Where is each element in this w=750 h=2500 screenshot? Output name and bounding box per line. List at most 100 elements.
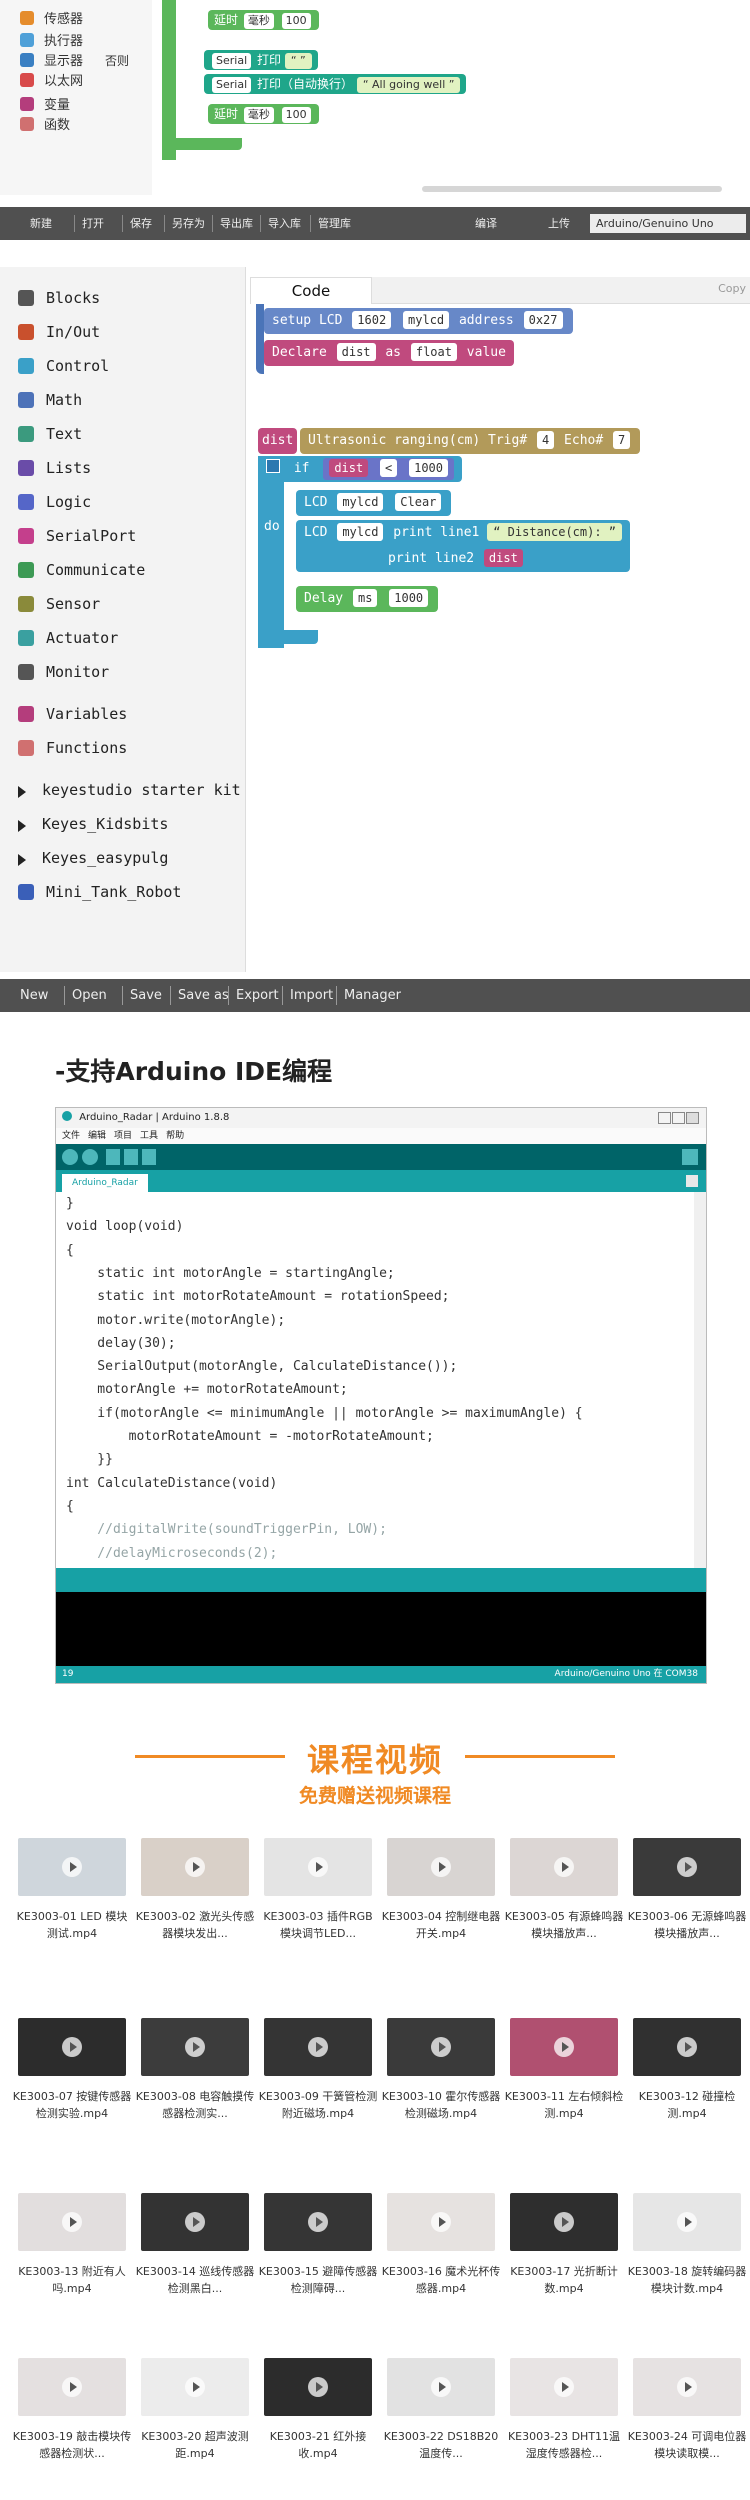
compile-button[interactable]: 编译 (475, 207, 497, 240)
serial-println-block[interactable]: Serial 打印（自动换行） “ All going well ” (204, 74, 467, 94)
zh-category-item[interactable]: 以太网 (20, 70, 83, 89)
video-thumbnail[interactable] (264, 2018, 372, 2076)
lcd-name[interactable]: mylcd (403, 311, 450, 329)
println-string[interactable]: “ All going well ” (356, 77, 461, 93)
new-icon[interactable] (106, 1149, 120, 1165)
video-thumbnail[interactable] (387, 2358, 495, 2416)
delay-value[interactable]: 100 (281, 13, 311, 29)
en-category-item[interactable]: SerialPort (18, 527, 136, 545)
play-icon[interactable] (185, 2037, 205, 2057)
code-editor[interactable]: } void loop(void) { static int motorAngle … (56, 1192, 706, 1568)
zh-category-item[interactable]: 显示器 (20, 50, 83, 69)
en-category-item[interactable]: Variables (18, 705, 127, 723)
video-thumbnail[interactable] (141, 2358, 249, 2416)
compare-block[interactable]: dist < 1000 (323, 458, 455, 480)
toolbar-button[interactable]: 管理库 (318, 207, 351, 240)
code-tab[interactable]: Code (250, 277, 372, 305)
verify-icon[interactable] (62, 1149, 78, 1165)
zh-category-item[interactable]: 传感器 (20, 8, 83, 27)
delay-unit[interactable]: 毫秒 (243, 13, 274, 29)
play-icon[interactable] (677, 2037, 697, 2057)
distance-string[interactable]: “ Distance(cm): ” (487, 523, 623, 541)
video-thumbnail[interactable] (633, 2193, 741, 2251)
delay-value-2[interactable]: 100 (281, 107, 311, 123)
en-category-item[interactable]: Mini_Tank_Robot (18, 883, 181, 901)
video-thumbnail[interactable] (510, 2358, 618, 2416)
menu-item[interactable]: 文件 (62, 1131, 80, 1141)
delay-value[interactable]: 1000 (389, 589, 429, 607)
upload-icon[interactable] (82, 1149, 98, 1165)
set-dist-block[interactable]: dist (258, 428, 298, 454)
toolbar-button[interactable]: 导出库 (220, 207, 253, 240)
en-category-item[interactable]: Monitor (18, 663, 109, 681)
print-string[interactable]: “ ” (284, 53, 312, 69)
video-thumbnail[interactable] (141, 2018, 249, 2076)
menu-item[interactable]: 工具 (140, 1131, 158, 1141)
en-category-item[interactable]: Text (18, 425, 82, 443)
delay-block[interactable]: Delay ms 1000 (296, 586, 439, 612)
toolbar-button[interactable]: 新建 (30, 207, 52, 240)
close-icon[interactable] (686, 1112, 699, 1124)
play-icon[interactable] (62, 2212, 82, 2232)
delay-unit-2[interactable]: 毫秒 (243, 107, 274, 123)
play-icon[interactable] (62, 2037, 82, 2057)
line2-var[interactable]: dist (483, 549, 523, 567)
video-thumbnail[interactable] (264, 2358, 372, 2416)
play-icon[interactable] (554, 2377, 574, 2397)
clear-select[interactable]: Clear (395, 493, 442, 511)
lcd-print-block[interactable]: LCD mylcd print line1 “ Distance(cm): ” … (296, 520, 631, 572)
play-icon[interactable] (185, 1857, 205, 1877)
toolbar-button[interactable]: Manager (344, 979, 401, 1012)
delay-block-1[interactable]: 延时 毫秒 100 (208, 10, 319, 30)
video-thumbnail[interactable] (18, 2193, 126, 2251)
en-category-item[interactable]: Logic (18, 493, 91, 511)
ultrasonic-block[interactable]: Ultrasonic ranging(cm) Trig# 4 Echo# 7 (300, 428, 641, 454)
video-thumbnail[interactable] (141, 1838, 249, 1896)
compare-var[interactable]: dist (329, 459, 369, 477)
play-icon[interactable] (185, 2377, 205, 2397)
toolbar-button[interactable]: Export (236, 979, 279, 1012)
serial-monitor-icon[interactable] (682, 1149, 698, 1165)
en-category-item[interactable]: Functions (18, 739, 127, 757)
editor-scrollbar[interactable] (694, 1192, 706, 1568)
lcd-clear-block[interactable]: LCD mylcd Clear (296, 490, 452, 516)
toolbar-button[interactable]: Save as (178, 979, 229, 1012)
play-icon[interactable] (431, 2037, 451, 2057)
lcd-address[interactable]: 0x27 (523, 311, 563, 329)
play-icon[interactable] (308, 2212, 328, 2232)
serial-print-block[interactable]: Serial 打印 “ ” (204, 50, 318, 70)
upload-button[interactable]: 上传 (548, 207, 570, 240)
menu-item[interactable]: 项目 (114, 1131, 132, 1141)
compare-op[interactable]: < (380, 459, 398, 477)
en-category-item[interactable]: Keyes_Kidsbits (18, 815, 168, 833)
play-icon[interactable] (554, 2037, 574, 2057)
sketch-tab[interactable]: Arduino_Radar (62, 1174, 148, 1192)
zh-category-item[interactable]: 函数 (20, 114, 70, 133)
play-icon[interactable] (62, 2377, 82, 2397)
toolbar-button[interactable]: 打开 (82, 207, 104, 240)
declare-var[interactable]: dist (336, 343, 376, 361)
video-thumbnail[interactable] (510, 2018, 618, 2076)
zh-category-item[interactable]: 变量 (20, 94, 70, 113)
play-icon[interactable] (431, 2212, 451, 2232)
play-icon[interactable] (677, 2377, 697, 2397)
horizontal-scrollbar[interactable] (422, 186, 722, 192)
play-icon[interactable] (677, 2212, 697, 2232)
board-select[interactable]: Arduino/Genuino Uno (590, 214, 746, 233)
lcd-clear-name[interactable]: mylcd (337, 493, 384, 511)
video-thumbnail[interactable] (510, 2193, 618, 2251)
video-thumbnail[interactable] (18, 2358, 126, 2416)
video-thumbnail[interactable] (387, 1838, 495, 1896)
play-icon[interactable] (308, 1857, 328, 1877)
zh-category-item[interactable]: 执行器 (20, 30, 83, 49)
setup-lcd-block[interactable]: setup LCD 1602 mylcd address 0x27 (264, 308, 573, 334)
video-thumbnail[interactable] (18, 2018, 126, 2076)
play-icon[interactable] (431, 2377, 451, 2397)
en-category-item[interactable]: Communicate (18, 561, 145, 579)
menu-item[interactable]: 帮助 (166, 1131, 184, 1141)
maximize-icon[interactable] (672, 1112, 685, 1124)
video-thumbnail[interactable] (510, 1838, 618, 1896)
menu-item[interactable]: 编辑 (88, 1131, 106, 1141)
declare-type[interactable]: float (410, 343, 457, 361)
en-category-item[interactable]: keyestudio starter kit (18, 781, 241, 799)
